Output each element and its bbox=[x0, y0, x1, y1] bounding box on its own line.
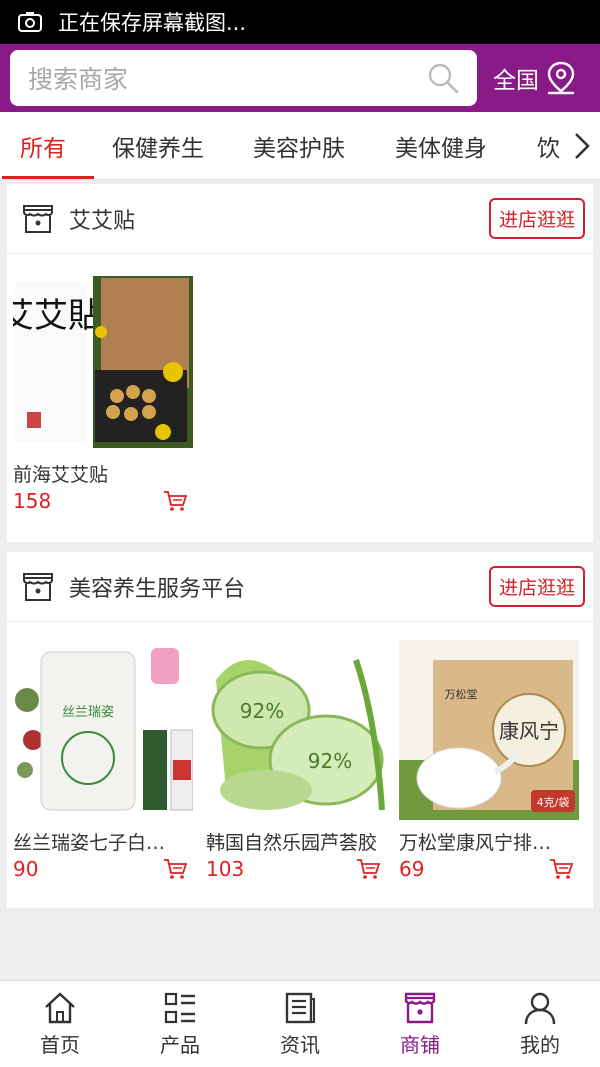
product-card[interactable]: 92% 92% 韩国自然乐园芦荟胶 103 bbox=[206, 640, 386, 881]
nav-stores[interactable]: 商铺 bbox=[360, 981, 480, 1067]
shop-card: 艾艾贴 进店逛逛 艾艾貼 前海艾艾贴 158 bbox=[7, 184, 593, 542]
status-text: 正在保存屏幕截图... bbox=[58, 11, 247, 35]
nav-products-label[interactable]: 产品 bbox=[160, 1029, 200, 1058]
nav-home[interactable]: 首页 bbox=[0, 981, 120, 1067]
product-card[interactable]: 万松堂 康风宁 4克/袋 万松堂康风宁排… 69 bbox=[399, 640, 579, 881]
nav-mine-label[interactable]: 我的 bbox=[520, 1029, 560, 1058]
enter-shop-button[interactable]: 进店逛逛 bbox=[488, 566, 585, 607]
home-icon[interactable] bbox=[43, 991, 77, 1025]
product-name[interactable]: 前海艾艾贴 bbox=[13, 460, 193, 487]
shop-card: 美容养生服务平台 进店逛逛 丝兰瑞姿 丝兰瑞姿七子白… 90 92% 92% 韩… bbox=[7, 552, 593, 908]
svg-text:92%: 92% bbox=[308, 749, 352, 773]
shop-name[interactable]: 美容养生服务平台 bbox=[69, 571, 245, 603]
product-name[interactable]: 韩国自然乐园芦荟胶 bbox=[206, 828, 386, 855]
tab-skincare[interactable]: 美容护肤 bbox=[253, 112, 345, 179]
product-title-text: 康风宁 bbox=[499, 719, 559, 743]
product-list: 丝兰瑞姿 丝兰瑞姿七子白… 90 92% 92% 韩国自然乐园芦荟胶 103 万… bbox=[7, 622, 593, 881]
shop-header: 美容养生服务平台 进店逛逛 bbox=[7, 552, 593, 622]
status-bar: 正在保存屏幕截图... bbox=[0, 0, 600, 44]
nav-news[interactable]: 资讯 bbox=[240, 981, 360, 1067]
brand-text: 万松堂 bbox=[445, 687, 478, 701]
screenshot-icon bbox=[18, 12, 42, 32]
enter-shop-button[interactable]: 进店逛逛 bbox=[488, 198, 585, 239]
tab-food[interactable]: 饮 bbox=[537, 112, 560, 179]
nav-products[interactable]: 产品 bbox=[120, 981, 240, 1067]
product-image[interactable]: 丝兰瑞姿 bbox=[13, 640, 193, 820]
aloe-percent-text: 92% bbox=[240, 699, 284, 723]
store-icon bbox=[23, 204, 53, 233]
tab-health[interactable]: 保健养生 bbox=[112, 112, 204, 179]
location-icon[interactable] bbox=[545, 61, 577, 95]
shop-header: 艾艾贴 进店逛逛 bbox=[7, 184, 593, 254]
product-image[interactable]: 92% 92% bbox=[206, 640, 386, 820]
search-placeholder[interactable]: 搜索商家 bbox=[28, 60, 128, 96]
product-price: 90 bbox=[13, 857, 39, 881]
grid-list-icon[interactable] bbox=[163, 991, 197, 1025]
nav-home-label[interactable]: 首页 bbox=[40, 1029, 80, 1058]
top-bar: 搜索商家 全国 bbox=[0, 44, 600, 112]
chevron-right-icon[interactable] bbox=[573, 131, 591, 161]
news-icon[interactable] bbox=[283, 991, 317, 1025]
bottom-nav: 首页 产品 资讯 商铺 我的 bbox=[0, 980, 600, 1067]
calligraphy-text: 艾艾貼 bbox=[13, 296, 102, 336]
cart-icon[interactable] bbox=[163, 858, 187, 880]
tab-all[interactable]: 所有 bbox=[2, 112, 94, 179]
search-box[interactable]: 搜索商家 bbox=[10, 50, 477, 106]
weight-badge-text: 4克/袋 bbox=[537, 795, 570, 809]
user-icon[interactable] bbox=[523, 991, 557, 1025]
product-card[interactable]: 丝兰瑞姿 丝兰瑞姿七子白… 90 bbox=[13, 640, 193, 881]
product-name[interactable]: 丝兰瑞姿七子白… bbox=[13, 828, 193, 855]
shop-name[interactable]: 艾艾贴 bbox=[69, 203, 135, 235]
product-image[interactable]: 艾艾貼 bbox=[13, 272, 193, 452]
search-icon[interactable] bbox=[427, 62, 459, 94]
product-price: 158 bbox=[13, 489, 52, 513]
store-icon[interactable] bbox=[403, 991, 437, 1025]
tabs-more-button[interactable] bbox=[564, 112, 600, 179]
region-label[interactable]: 全国 bbox=[493, 61, 539, 95]
product-name[interactable]: 万松堂康风宁排… bbox=[399, 828, 579, 855]
cart-icon[interactable] bbox=[163, 490, 187, 512]
svg-text:丝兰瑞姿: 丝兰瑞姿 bbox=[62, 704, 114, 720]
product-card[interactable]: 艾艾貼 前海艾艾贴 158 bbox=[13, 272, 193, 513]
cart-icon[interactable] bbox=[549, 858, 573, 880]
region-selector[interactable]: 全国 bbox=[493, 61, 577, 95]
nav-stores-label[interactable]: 商铺 bbox=[400, 1029, 440, 1058]
cart-icon[interactable] bbox=[356, 858, 380, 880]
store-icon bbox=[23, 572, 53, 601]
product-image[interactable]: 万松堂 康风宁 4克/袋 bbox=[399, 640, 579, 820]
nav-mine[interactable]: 我的 bbox=[480, 981, 600, 1067]
nav-news-label[interactable]: 资讯 bbox=[280, 1029, 320, 1058]
product-list: 艾艾貼 前海艾艾贴 158 bbox=[7, 254, 593, 513]
tab-fitness[interactable]: 美体健身 bbox=[395, 112, 487, 179]
product-price: 103 bbox=[206, 857, 245, 881]
category-tabs: 所有 保健养生 美容护肤 美体健身 饮 bbox=[0, 112, 600, 180]
product-price: 69 bbox=[399, 857, 425, 881]
